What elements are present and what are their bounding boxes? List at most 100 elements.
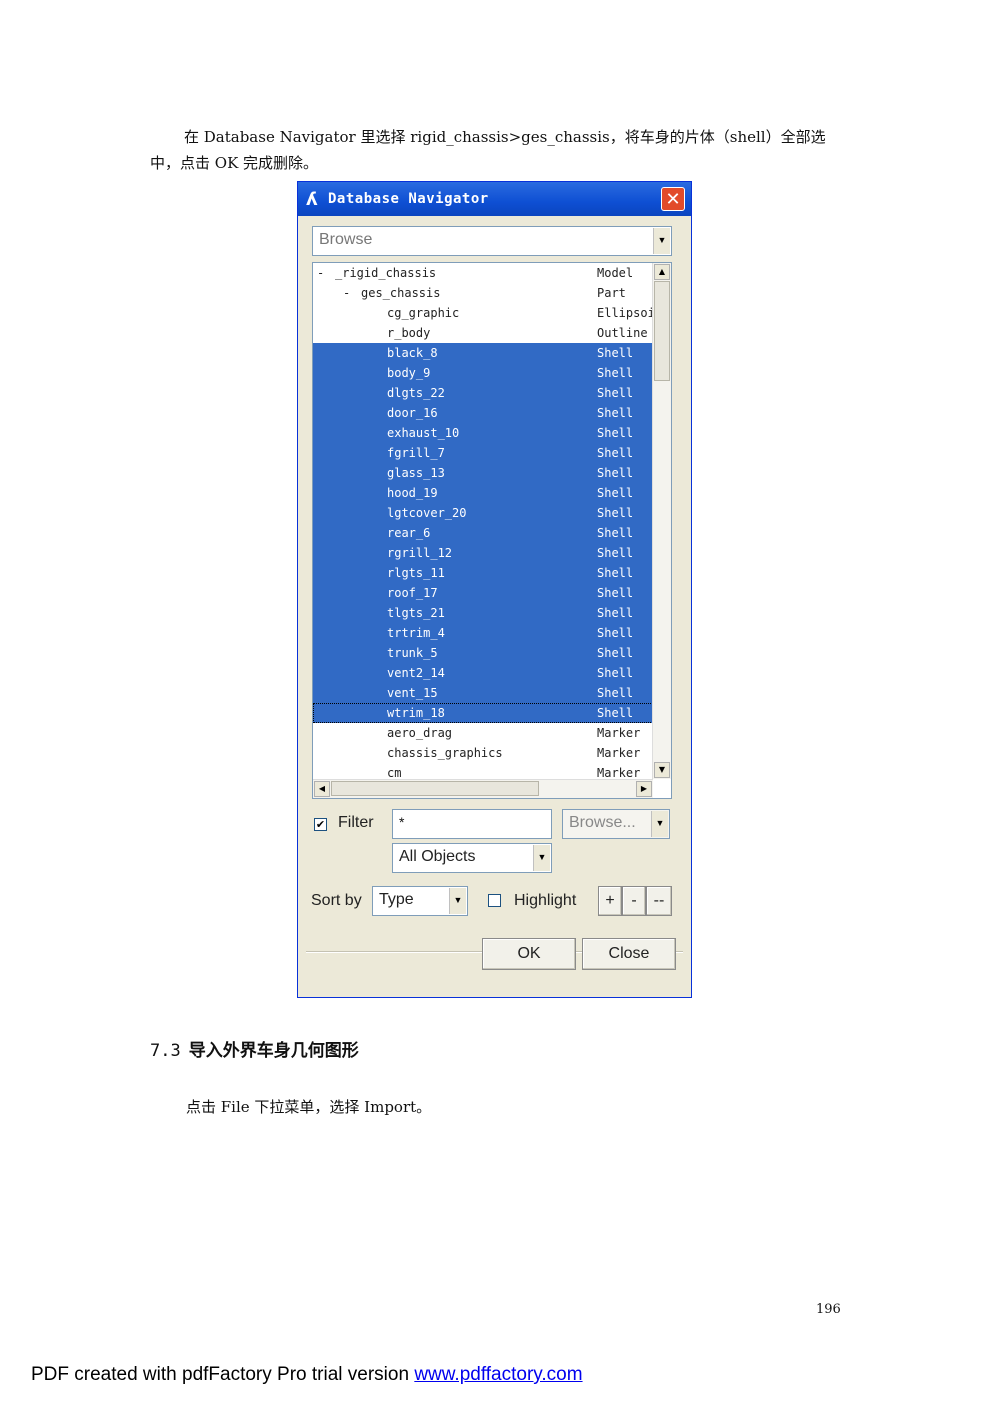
highlight-checkbox[interactable] <box>488 894 501 907</box>
title-bar[interactable]: ʎ Database Navigator ✕ <box>298 182 691 216</box>
tree-row-name: cg_graphic <box>387 306 460 320</box>
database-navigator-window: ʎ Database Navigator ✕ Browse ▼ - _rigid_… <box>297 181 692 998</box>
tree-toggle-icon[interactable]: - <box>317 263 324 283</box>
page-number: 196 <box>816 1302 841 1317</box>
objects-type-combo[interactable]: All Objects ▼ <box>392 843 552 873</box>
tree-row-name: trunk_5 <box>387 646 438 660</box>
tree-row[interactable]: - ges_chassis Part <box>313 283 653 303</box>
filter-browse-value: Browse... <box>569 814 636 831</box>
tree-row[interactable]: trunk_5 Shell <box>313 643 653 663</box>
tree-row-name: rgrill_12 <box>387 546 453 560</box>
tree-row[interactable]: lgtcover_20 Shell <box>313 503 653 523</box>
scroll-left-icon[interactable]: ◀ <box>314 781 330 797</box>
tree-row-name: fgrill_7 <box>387 446 445 460</box>
tree-row-name: aero_drag <box>387 726 453 740</box>
collapse-all-button[interactable]: -- <box>646 886 672 916</box>
tree-row-type: Shell <box>597 586 634 600</box>
tree-row-name: hood_19 <box>387 486 438 500</box>
section-title: 导入外界车身几何图形 <box>188 1041 359 1061</box>
chevron-down-icon[interactable]: ▼ <box>653 228 670 254</box>
tree-row[interactable]: hood_19 Shell <box>313 483 653 503</box>
window-title: Database Navigator <box>328 191 489 207</box>
vertical-scroll-thumb[interactable] <box>654 281 670 381</box>
ok-button[interactable]: OK <box>482 938 576 970</box>
tree-row[interactable]: roof_17 Shell <box>313 583 653 603</box>
collapse-minus-button[interactable]: - <box>622 886 646 916</box>
tree-row[interactable]: tlgts_21 Shell <box>313 603 653 623</box>
mode-combo-value: Browse <box>319 231 373 248</box>
tree-row-type: Ellipsoid <box>597 306 653 320</box>
tree-row-type: Shell <box>597 406 634 420</box>
tree-row[interactable]: wtrim_18 Shell <box>313 703 653 723</box>
tree-row[interactable]: trtrim_4 Shell <box>313 623 653 643</box>
close-button[interactable]: Close <box>582 938 676 970</box>
tree-row[interactable]: rear_6 Shell <box>313 523 653 543</box>
navigator-app-icon: ʎ <box>306 189 318 210</box>
tree-row-name: body_9 <box>387 366 431 380</box>
tree-row[interactable]: dlgts_22 Shell <box>313 383 653 403</box>
tree-row-type: Marker <box>597 746 641 760</box>
tree-row[interactable]: glass_13 Shell <box>313 463 653 483</box>
tree-row-name: r_body <box>387 326 431 340</box>
tree-row-type: Shell <box>597 546 634 560</box>
tree-row[interactable]: vent_15 Shell <box>313 683 653 703</box>
tree-row-name: trtrim_4 <box>387 626 445 640</box>
tree-row[interactable]: cg_graphic Ellipsoid <box>313 303 653 323</box>
horizontal-scroll-thumb[interactable] <box>331 781 539 796</box>
object-tree-list[interactable]: - _rigid_chassis Model - ges_chassis Part cg_g… <box>312 262 672 799</box>
tree-row-type: Shell <box>597 366 634 380</box>
tree-row-type: Shell <box>597 666 634 680</box>
tree-row-name: rear_6 <box>387 526 431 540</box>
tree-row[interactable]: r_body Outline <box>313 323 653 343</box>
highlight-label: Highlight <box>514 892 577 909</box>
intro-paragraph: 在 Database Navigator 里选择 rigid_chassis>g… <box>150 128 826 172</box>
tree-row[interactable]: rlgts_11 Shell <box>313 563 653 583</box>
vertical-scrollbar[interactable]: ▲ ▼ <box>652 263 671 779</box>
tree-row-type: Shell <box>597 466 634 480</box>
tree-row-type: Shell <box>597 446 634 460</box>
tree-row[interactable]: door_16 Shell <box>313 403 653 423</box>
mode-combo[interactable]: Browse ▼ <box>312 226 672 256</box>
tree-row-name: _rigid_chassis <box>335 266 437 280</box>
tree-row[interactable]: exhaust_10 Shell <box>313 423 653 443</box>
scroll-down-icon[interactable]: ▼ <box>654 762 670 778</box>
tree-row[interactable]: vent2_14 Shell <box>313 663 653 683</box>
tree-row-type: Marker <box>597 726 641 740</box>
tree-row-type: Outline <box>597 326 648 340</box>
scroll-right-icon[interactable]: ▶ <box>636 781 652 797</box>
pdf-footer: PDF created with pdfFactory Pro trial ve… <box>31 1364 583 1386</box>
tree-row[interactable]: rgrill_12 Shell <box>313 543 653 563</box>
tree-row[interactable]: body_9 Shell <box>313 363 653 383</box>
close-window-button[interactable]: ✕ <box>661 187 685 211</box>
tree-row-type: Shell <box>597 486 634 500</box>
tree-row-name: ges_chassis <box>361 286 441 300</box>
filter-input-value: * <box>399 814 405 830</box>
tree-row-name: exhaust_10 <box>387 426 460 440</box>
tree-row-type: Shell <box>597 686 634 700</box>
chevron-down-icon[interactable]: ▼ <box>533 845 550 871</box>
tree-row[interactable]: aero_drag Marker <box>313 723 653 743</box>
tree-row[interactable]: black_8 Shell <box>313 343 653 363</box>
scroll-up-icon[interactable]: ▲ <box>654 264 670 280</box>
tree-row[interactable]: - _rigid_chassis Model <box>313 263 653 283</box>
tree-row-name: black_8 <box>387 346 438 360</box>
tree-row[interactable]: chassis_graphics Marker <box>313 743 653 763</box>
expand-plus-button[interactable]: + <box>598 886 622 916</box>
footer-text: PDF created with pdfFactory Pro trial ve… <box>31 1364 415 1385</box>
tree-row-type: Shell <box>597 346 634 360</box>
import-paragraph: 点击 File 下拉菜单，选择 Import。 <box>186 1098 432 1116</box>
filter-input[interactable]: * <box>392 809 552 839</box>
chevron-down-icon[interactable]: ▼ <box>651 811 668 837</box>
filter-browse-combo[interactable]: Browse... ▼ <box>562 809 670 839</box>
section-number: 7.3 <box>150 1041 181 1061</box>
section-heading: 7.3 导入外界车身几何图形 <box>150 1036 359 1061</box>
filter-checkbox[interactable]: ✔ <box>314 818 327 831</box>
sort-by-combo[interactable]: Type ▼ <box>372 886 468 916</box>
chevron-down-icon[interactable]: ▼ <box>449 888 466 914</box>
tree-row-type: Part <box>597 286 626 300</box>
tree-row[interactable]: fgrill_7 Shell <box>313 443 653 463</box>
tree-toggle-icon[interactable]: - <box>343 283 350 303</box>
tree-row-name: roof_17 <box>387 586 438 600</box>
horizontal-scrollbar[interactable]: ◀ ▶ <box>313 779 653 798</box>
footer-link[interactable]: www.pdffactory.com <box>414 1364 582 1385</box>
